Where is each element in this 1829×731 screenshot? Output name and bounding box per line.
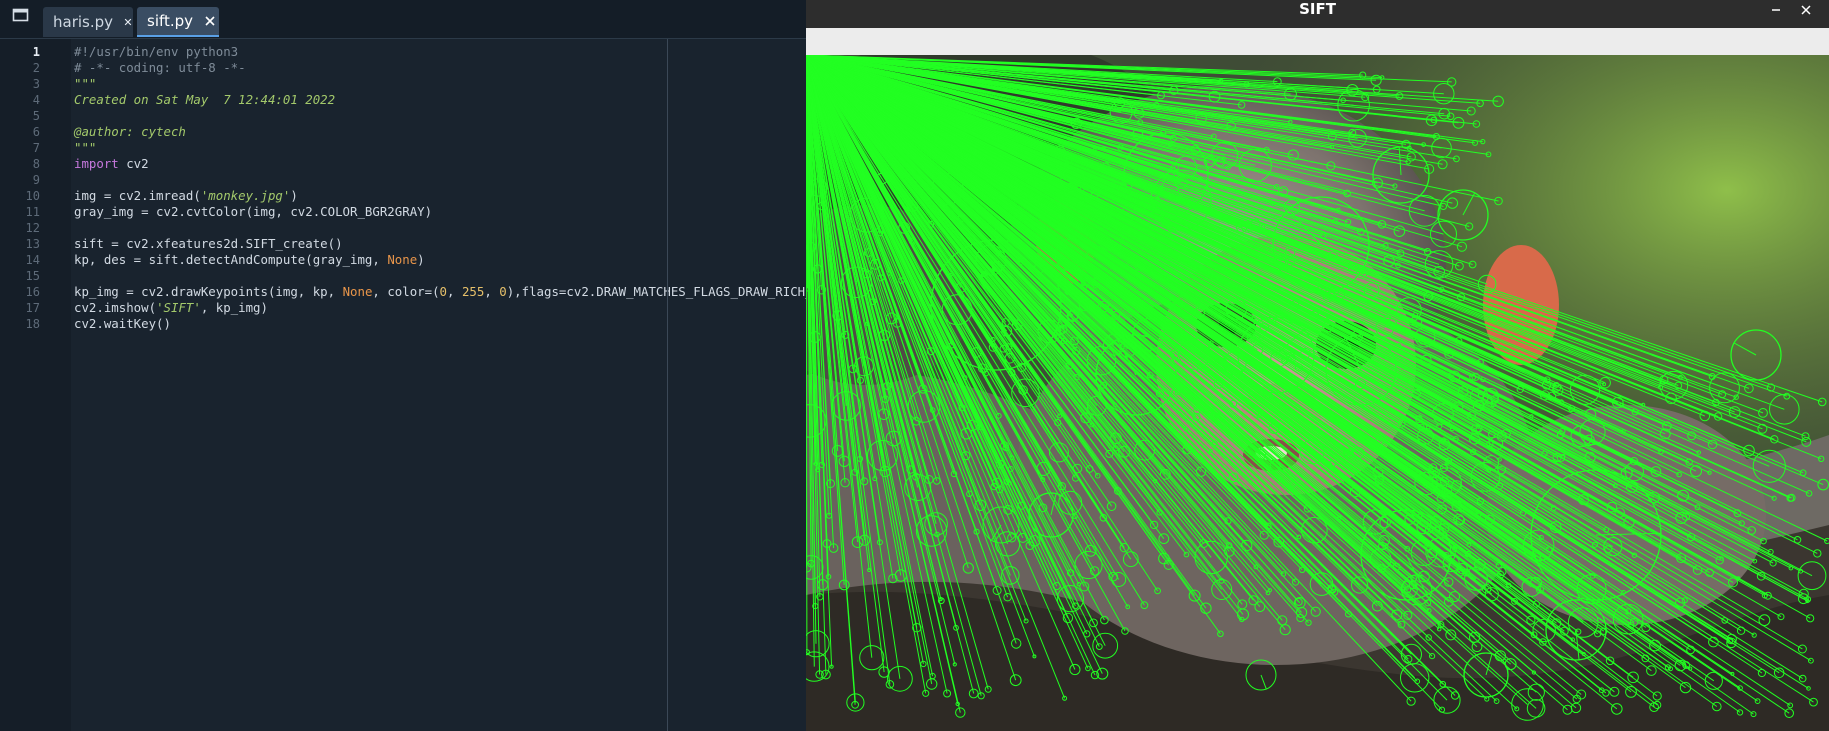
line-number: 13 [25,237,40,251]
code-line: """ [74,140,96,156]
code-token: , [447,284,462,299]
code-token: cv2 [118,156,149,171]
code-token: None [387,252,418,267]
line-number: 18 [25,317,40,331]
line-number: 3 [32,77,40,91]
code-line: img = cv2.imread('monkey.jpg') [74,188,298,204]
code-token: 0 [499,284,507,299]
line-number: 15 [25,269,40,283]
code-token: """ [74,140,97,155]
line-number: 4 [32,93,40,107]
code-line: # -*- coding: utf-8 -*- [74,60,246,76]
sift-image-window: SIFT [806,0,1829,731]
code-token: 'SIFT' [156,300,201,315]
code-token: ) [290,188,298,203]
line-number: 1 [32,45,40,59]
code-line: cv2.imshow('SIFT', kp_img) [74,300,268,316]
browse-tabs-icon[interactable] [12,7,30,23]
tab-label: sift.py [147,12,194,30]
window-title: SIFT [1299,0,1336,18]
code-line: import cv2 [74,156,149,172]
tab-label: haris.py [53,13,114,31]
code-token: ) [417,252,425,267]
tab-sift-py[interactable]: sift.py [137,7,219,37]
line-number: 9 [32,173,40,187]
code-line: gray_img = cv2.cvtColor(img, cv2.COLOR_B… [74,204,432,220]
line-number: 16 [25,285,40,299]
line-number: 7 [32,141,40,155]
line-number: 6 [32,125,40,139]
window-titlebar: SIFT [806,0,1829,28]
line-number: 17 [25,301,40,315]
code-token: cv2.imshow( [74,300,157,315]
tab-haris-py[interactable]: haris.py [43,7,133,37]
code-token: 'monkey.jpg' [200,188,291,203]
line-number: 12 [25,221,40,235]
code-token: import [74,156,119,171]
line-number: 14 [25,253,40,267]
code-line: kp, des = sift.detectAndCompute(gray_img… [74,252,425,268]
line-number: 8 [32,157,40,171]
code-line: Created on Sat May 7 12:44:01 2022 [74,92,335,108]
edge-ruler [667,39,668,731]
code-token: Created on Sat May 7 12:44:01 2022 [74,92,336,107]
code-token: @author: cytech [74,124,186,139]
monkey-keypoints-image [806,55,1829,731]
close-icon[interactable] [123,15,133,29]
code-token: kp, des = sift.detectAndCompute(gray_img… [74,252,388,267]
line-number: 5 [32,109,40,123]
code-token: , color=( [372,284,440,299]
editor-tab-bar: haris.py sift.py [0,0,806,39]
code-line: #!/usr/bin/env python3 [74,44,238,60]
code-token: cv2.waitKey() [74,316,171,331]
code-editor: haris.py sift.py 1 2 3 4 5 6 7 8 9 10 11 12 13 14 15 16… [0,0,806,731]
code-line: """ [74,76,96,92]
line-number-gutter: 1 2 3 4 5 6 7 8 9 10 11 12 13 14 15 16 17 18 [0,39,71,731]
code-line: sift = cv2.xfeatures2d.SIFT_create() [74,236,343,252]
code-token: 255 [461,284,485,299]
code-token: sift = cv2.xfeatures2d.SIFT_create() [74,236,343,251]
code-token: kp_img = cv2.drawKeypoints(img, kp, [74,284,343,299]
code-token: None [342,284,373,299]
window-close-icon[interactable] [1796,1,1816,19]
code-token: ),flags=cv2.DRAW_MATCHES_FLAGS_DRAW_RICH… [506,284,806,299]
minimize-icon[interactable] [1766,1,1786,19]
code-token: , kp_img) [200,300,268,315]
code-line: kp_img = cv2.drawKeypoints(img, kp, None… [74,284,806,300]
line-number: 11 [25,205,40,219]
code-token: 0 [439,284,448,299]
window-toolbar [806,28,1829,55]
code-token: #!/usr/bin/env python3 [74,44,239,59]
close-icon[interactable] [203,14,217,28]
code-line: @author: cytech [74,124,186,140]
code-token: img = cv2.imread( [74,188,201,203]
code-line: cv2.waitKey() [74,316,171,332]
line-number: 2 [32,61,40,75]
line-number: 10 [25,189,40,203]
code-token: # -*- coding: utf-8 -*- [74,60,246,75]
code-token: , [484,284,500,299]
code-token: """ [74,76,97,91]
code-token: gray_img = cv2.cvtColor(img, cv2.COLOR_B… [74,204,433,219]
